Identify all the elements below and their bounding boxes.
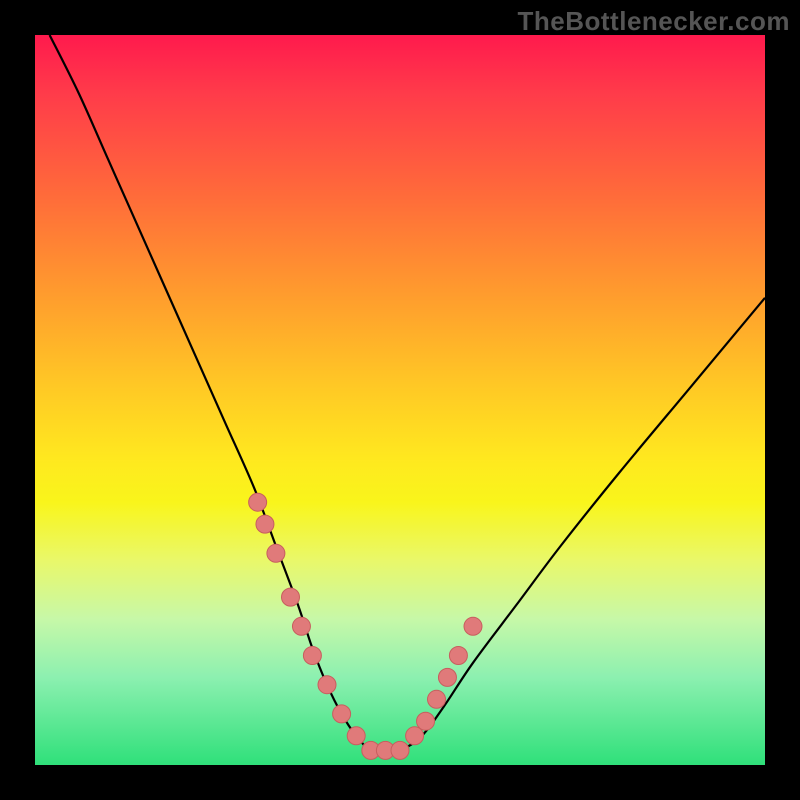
- chart-svg: [35, 35, 765, 765]
- marker-dot: [438, 668, 456, 686]
- sample-markers: [249, 493, 482, 759]
- marker-dot: [347, 727, 365, 745]
- marker-dot: [464, 617, 482, 635]
- marker-dot: [303, 647, 321, 665]
- marker-dot: [318, 676, 336, 694]
- marker-dot: [333, 705, 351, 723]
- marker-dot: [428, 690, 446, 708]
- marker-dot: [282, 588, 300, 606]
- marker-dot: [292, 617, 310, 635]
- watermark-text: TheBottlenecker.com: [518, 6, 790, 37]
- marker-dot: [249, 493, 267, 511]
- marker-dot: [406, 727, 424, 745]
- marker-dot: [267, 544, 285, 562]
- marker-dot: [417, 712, 435, 730]
- plot-area: [35, 35, 765, 765]
- bottleneck-curve: [50, 35, 765, 751]
- marker-dot: [256, 515, 274, 533]
- chart-frame: TheBottlenecker.com: [0, 0, 800, 800]
- marker-dot: [391, 741, 409, 759]
- marker-dot: [449, 647, 467, 665]
